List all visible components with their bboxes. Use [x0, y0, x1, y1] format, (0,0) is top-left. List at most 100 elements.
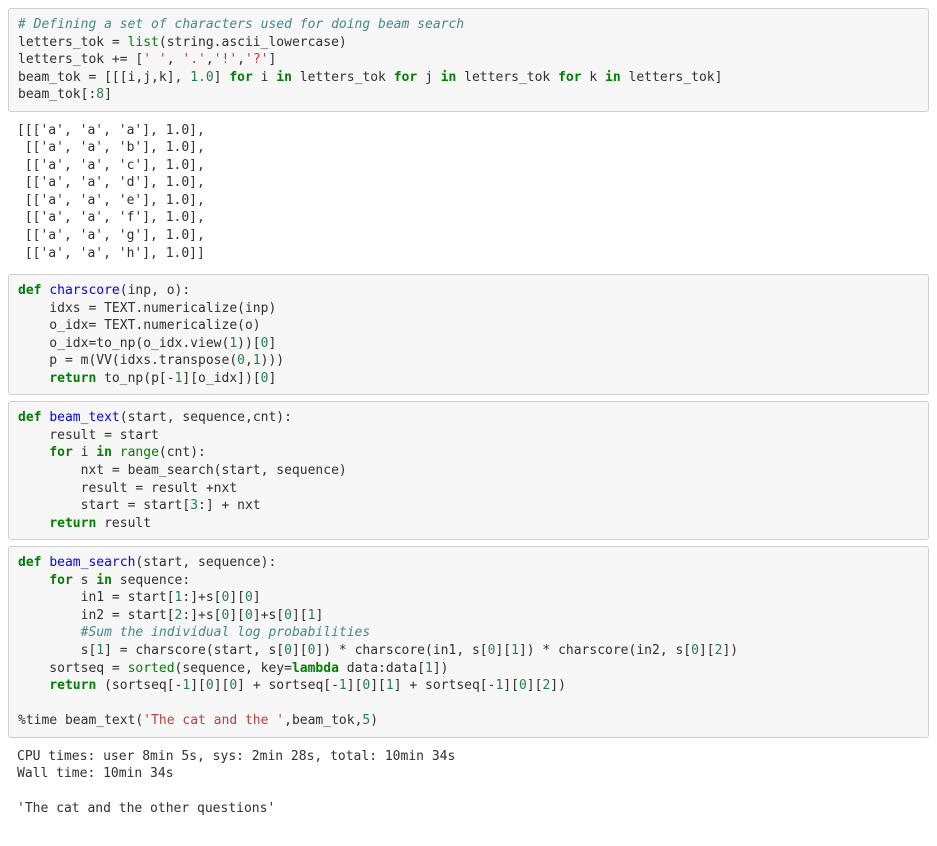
- code-token: for: [558, 70, 581, 85]
- code-token: 1: [339, 678, 347, 693]
- notebook-area: # Defining a set of characters used for …: [8, 8, 929, 830]
- code-token: 1: [229, 336, 237, 351]
- code-token: ][: [503, 678, 519, 693]
- code-token: ]: [214, 70, 230, 85]
- code-token: 1: [511, 643, 519, 658]
- code-token: 0: [245, 590, 253, 605]
- code-token: for: [49, 573, 72, 588]
- code-token: in: [441, 70, 457, 85]
- code-token: o_idx=to_np(o_idx.view(: [18, 336, 229, 351]
- code-token: ]): [433, 661, 449, 676]
- code-token: ]: [315, 608, 323, 623]
- code-token: ][: [214, 678, 230, 693]
- code-token: 3: [190, 498, 198, 513]
- code-token: ,: [167, 52, 183, 67]
- code-token: i: [73, 445, 96, 460]
- code-token: ]: [104, 87, 112, 102]
- code-token: ]: [268, 336, 276, 351]
- code-token: 8: [96, 87, 104, 102]
- code-token: '!': [214, 52, 237, 67]
- code-token: def: [18, 555, 41, 570]
- code-token: o_idx= TEXT.numericalize(o): [18, 318, 261, 333]
- code-token: data:data[: [339, 661, 425, 676]
- code-token: '?': [245, 52, 268, 67]
- code-token: [18, 678, 49, 693]
- code-token: 0: [206, 678, 214, 693]
- code-token: 1: [253, 353, 261, 368]
- code-token: (sortseq[-: [96, 678, 182, 693]
- code-token: in2 = start[: [18, 608, 175, 623]
- code-token: # Defining a set of characters used for …: [18, 17, 464, 32]
- code-token: charscore: [49, 283, 119, 298]
- code-token: ]+s[: [253, 608, 284, 623]
- code-token: ][: [190, 678, 206, 693]
- code-token: [18, 445, 49, 460]
- code-token: letters_tok: [292, 70, 394, 85]
- code-token: #Sum the individual log probabilities: [81, 625, 371, 640]
- code-cell-input[interactable]: # Defining a set of characters used for …: [8, 8, 929, 112]
- code-token: [18, 371, 49, 386]
- code-token: 0: [245, 608, 253, 623]
- code-token: ,: [206, 52, 214, 67]
- code-token: ][o_idx])[: [182, 371, 260, 386]
- code-token: in1 = start[: [18, 590, 175, 605]
- code-token: s: [73, 573, 96, 588]
- code-cell-input[interactable]: def charscore(inp, o): idxs = TEXT.numer…: [8, 274, 929, 395]
- code-token: [18, 573, 49, 588]
- code-token: ]: [269, 371, 277, 386]
- code-token: lambda: [292, 661, 339, 676]
- code-token: [18, 625, 81, 640]
- code-token: list: [128, 35, 159, 50]
- code-token: for: [229, 70, 252, 85]
- code-cell-input[interactable]: def beam_text(start, sequence,cnt): resu…: [8, 401, 929, 540]
- code-token: (string.ascii_lowercase): [159, 35, 347, 50]
- code-token: ][: [292, 643, 308, 658]
- code-token: 0: [284, 608, 292, 623]
- code-token: ,: [245, 353, 253, 368]
- code-token: beam_tok = [[[i,j,k],: [18, 70, 190, 85]
- code-token: 1.0: [190, 70, 213, 85]
- code-token: ][: [229, 608, 245, 623]
- code-token: 'The cat and the ': [143, 713, 284, 728]
- code-token: result = start: [18, 428, 159, 443]
- code-token: ][: [370, 678, 386, 693]
- code-token: ] = charscore(start, s[: [104, 643, 284, 658]
- code-token: nxt = beam_search(start, sequence): [18, 463, 347, 478]
- code-token: ][: [495, 643, 511, 658]
- code-token: 0: [519, 678, 527, 693]
- code-token: to_np(p[-: [96, 371, 174, 386]
- code-token: ,beam_tok,: [284, 713, 362, 728]
- code-token: :] + nxt: [198, 498, 261, 513]
- code-token: 0: [237, 353, 245, 368]
- code-token: s[: [18, 643, 96, 658]
- code-token: :]+s[: [182, 608, 221, 623]
- code-cell-input[interactable]: def beam_search(start, sequence): for s …: [8, 546, 929, 737]
- code-token: j: [417, 70, 440, 85]
- code-token: for: [49, 445, 72, 460]
- code-token: beam_text: [49, 410, 119, 425]
- code-token: ] + sortseq[-: [394, 678, 496, 693]
- code-token: ,: [237, 52, 245, 67]
- code-token: ))): [261, 353, 284, 368]
- code-token: ))[: [237, 336, 260, 351]
- code-token: ]) * charscore(in1, s[: [315, 643, 487, 658]
- code-token: for: [394, 70, 417, 85]
- code-token: return: [49, 516, 96, 531]
- code-token: ][: [699, 643, 715, 658]
- code-token: (sequence, key=: [175, 661, 292, 676]
- code-token: in: [276, 70, 292, 85]
- code-token: in: [605, 70, 621, 85]
- code-token: [112, 445, 120, 460]
- code-token: letters_tok =: [18, 35, 128, 50]
- code-token: %time beam_text(: [18, 713, 143, 728]
- code-token: (start, sequence,cnt):: [120, 410, 292, 425]
- code-token: (inp, o):: [120, 283, 190, 298]
- code-token: p = m(VV(idxs.transpose(: [18, 353, 237, 368]
- code-token: result = result +nxt: [18, 481, 237, 496]
- code-token: return: [49, 371, 96, 386]
- code-token: ][: [347, 678, 363, 693]
- code-token: 1: [96, 643, 104, 658]
- code-token: 0: [229, 678, 237, 693]
- code-token: in: [96, 573, 112, 588]
- code-token: (cnt):: [159, 445, 206, 460]
